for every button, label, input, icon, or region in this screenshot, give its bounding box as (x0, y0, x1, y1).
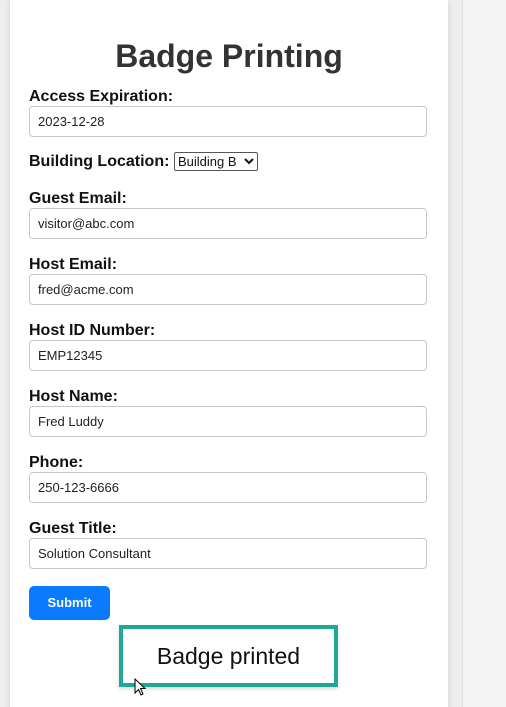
access-expiration-label: Access Expiration: (29, 88, 174, 105)
phone-input[interactable]: 250-123-6666 (29, 472, 427, 503)
building-location-label: Building Location: (29, 153, 170, 170)
chevron-down-icon (244, 158, 254, 165)
building-location-selected: Building B (178, 154, 237, 169)
mouse-cursor-icon (134, 678, 147, 696)
access-expiration-input[interactable]: 2023-12-28 (29, 106, 427, 137)
submit-button[interactable]: Submit (29, 586, 110, 620)
page: Badge Printing Access Expiration: 2023-1… (0, 0, 506, 707)
guest-email-label: Guest Email: (29, 190, 127, 207)
host-email-input[interactable]: fred@acme.com (29, 274, 427, 305)
phone-label: Phone: (29, 454, 84, 471)
page-title: Badge Printing (115, 38, 343, 74)
host-id-label: Host ID Number: (29, 322, 156, 339)
host-id-input[interactable]: EMP12345 (29, 340, 427, 371)
badge-printed-toast: Badge printed (119, 625, 338, 687)
guest-email-input[interactable]: visitor@abc.com (29, 208, 427, 239)
panel-divider (462, 0, 463, 707)
building-location-select[interactable]: Building B (174, 152, 258, 171)
guest-title-input[interactable]: Solution Consultant (29, 538, 427, 569)
guest-title-label: Guest Title: (29, 520, 117, 537)
host-name-input[interactable]: Fred Luddy (29, 406, 427, 437)
host-email-label: Host Email: (29, 256, 118, 273)
host-name-label: Host Name: (29, 388, 118, 405)
right-panel (462, 0, 506, 707)
